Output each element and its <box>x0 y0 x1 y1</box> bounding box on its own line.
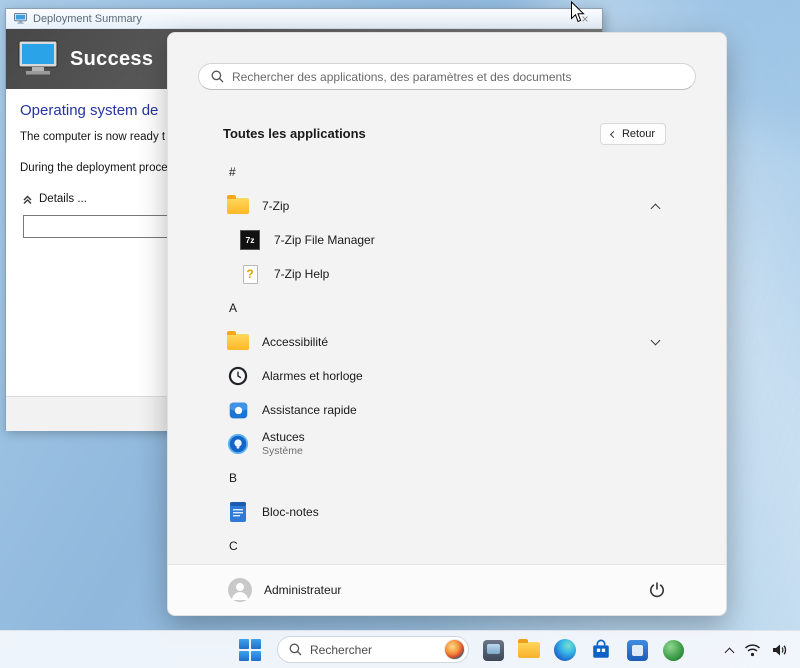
monitor-icon <box>14 13 27 24</box>
user-avatar[interactable] <box>228 578 252 602</box>
app-label: Bloc-notes <box>262 505 319 519</box>
section-letter-label: C <box>229 539 238 553</box>
close-icon[interactable]: × <box>576 12 594 26</box>
back-button[interactable]: Retour <box>600 123 666 145</box>
computer-icon <box>18 40 58 78</box>
app-item-assistance-rapide[interactable]: Assistance rapide <box>168 393 726 427</box>
tips-icon <box>226 432 250 456</box>
taskbar: Rechercher <box>0 630 800 668</box>
section-letter-a[interactable]: A <box>168 291 726 325</box>
section-letter-b[interactable]: B <box>168 461 726 495</box>
app-label: Astuces <box>262 431 305 445</box>
app-sublabel: Système <box>262 445 305 457</box>
back-button-label: Retour <box>622 128 655 140</box>
folder-label: Accessibilité <box>262 335 328 349</box>
window-app-icon[interactable] <box>481 638 505 662</box>
chevron-up-icon[interactable] <box>651 203 661 213</box>
app-item-bloc-notes[interactable]: Bloc-notes <box>168 495 726 529</box>
start-button[interactable] <box>239 639 261 661</box>
app-label: Assistance rapide <box>262 403 357 417</box>
desktop: Deployment Summary × Success Operating s… <box>0 0 800 668</box>
app-folder-7zip[interactable]: 7-Zip <box>168 189 726 223</box>
search-icon <box>211 70 224 83</box>
section-letter-label: A <box>229 301 237 315</box>
all-apps-header: Toutes les applications <box>223 126 366 141</box>
power-icon[interactable] <box>648 581 666 599</box>
folder-icon <box>226 330 250 354</box>
start-search-box[interactable] <box>198 63 696 90</box>
start-menu: Toutes les applications Retour # 7-Zip 7… <box>167 32 727 616</box>
section-letter-c[interactable]: C <box>168 529 726 563</box>
search-icon <box>289 643 302 656</box>
section-letter-label: B <box>229 471 237 485</box>
chevron-left-icon <box>610 130 617 137</box>
section-letter-label: # <box>229 165 236 179</box>
app-label: 7-Zip Help <box>274 267 329 281</box>
taskbar-search[interactable]: Rechercher <box>277 636 469 663</box>
user-bar: Administrateur <box>168 564 726 615</box>
app-label: Alarmes et horloge <box>262 369 363 383</box>
details-expander[interactable]: Details ... <box>22 193 87 205</box>
dialog-body-line1: The computer is now ready t <box>20 131 165 143</box>
volume-icon[interactable] <box>772 643 788 657</box>
details-expander-icon <box>22 194 33 205</box>
apps-list: # 7-Zip 7z 7-Zip File Manager ? 7-Zip He… <box>168 155 726 564</box>
edge-icon[interactable] <box>553 638 577 662</box>
dialog-body-line2: During the deployment proce <box>20 162 168 174</box>
chevron-down-icon[interactable] <box>651 336 661 346</box>
app-item-alarmes[interactable]: Alarmes et horloge <box>168 359 726 393</box>
app-label: 7-Zip File Manager <box>274 233 375 247</box>
start-search-input[interactable] <box>232 70 683 84</box>
dialog-title: Deployment Summary <box>33 13 576 25</box>
banner-title: Success <box>70 48 153 71</box>
7zip-help-icon: ? <box>238 262 262 286</box>
alarms-clock-icon <box>226 364 250 388</box>
app-item-astuces[interactable]: Astuces Système <box>168 427 726 461</box>
taskbar-search-label: Rechercher <box>310 643 436 657</box>
store-icon[interactable] <box>589 638 613 662</box>
dialog-titlebar[interactable]: Deployment Summary × <box>6 9 602 29</box>
user-name[interactable]: Administrateur <box>264 583 341 597</box>
green-app-icon[interactable] <box>661 638 685 662</box>
7zip-file-manager-icon: 7z <box>238 228 262 252</box>
details-label: Details ... <box>39 193 87 205</box>
app-item-7zip-file-manager[interactable]: 7z 7-Zip File Manager <box>168 223 726 257</box>
quick-assist-icon <box>226 398 250 422</box>
blue-app-icon[interactable] <box>625 638 649 662</box>
folder-label: 7-Zip <box>262 199 289 213</box>
search-highlight-badge[interactable] <box>444 639 465 660</box>
network-icon[interactable] <box>744 643 761 657</box>
tray-chevron-up-icon[interactable] <box>725 647 735 657</box>
file-explorer-icon[interactable] <box>517 638 541 662</box>
app-item-7zip-help[interactable]: ? 7-Zip Help <box>168 257 726 291</box>
section-letter-hash[interactable]: # <box>168 155 726 189</box>
app-folder-accessibilite[interactable]: Accessibilité <box>168 325 726 359</box>
folder-icon <box>226 194 250 218</box>
notepad-icon <box>226 500 250 524</box>
dialog-heading: Operating system de <box>20 102 158 119</box>
